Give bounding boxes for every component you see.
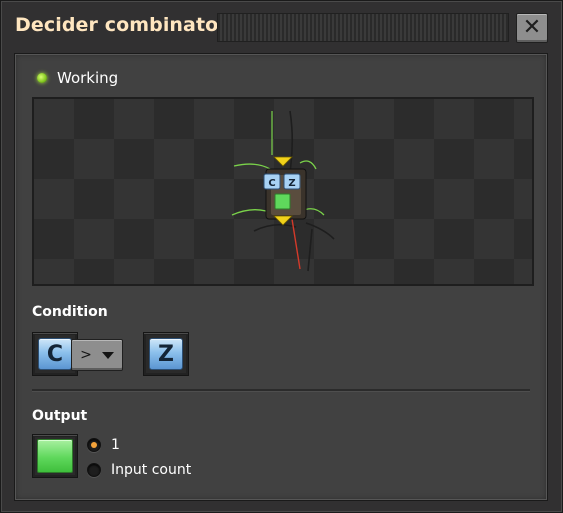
close-button[interactable]: ✕ [516,13,548,43]
radio-pip-icon [91,442,97,448]
section-divider [32,389,530,392]
condition-heading: Condition [32,304,108,320]
radio-button-selected[interactable] [87,438,101,452]
comparator-value: > [80,347,92,363]
signal-z-icon: Z [149,338,183,370]
copper-wire [253,223,297,232]
output-signal-slot[interactable] [32,434,78,478]
comparator-dropdown[interactable]: > [71,339,123,371]
close-icon: ✕ [522,15,542,40]
green-wire [233,163,271,170]
output-signal-icon [37,439,73,473]
output-heading: Output [32,408,88,424]
output-option-input-count[interactable]: Input count [87,462,191,478]
copper-wire [307,228,313,272]
green-wire [299,160,317,170]
signal-arrow-in-icon [273,156,293,167]
status-indicator: Working [37,69,118,87]
title-bar[interactable]: Decider combinator ✕ [1,1,562,51]
drag-handle[interactable] [217,13,509,42]
green-wire [231,209,267,216]
output-option-one[interactable]: 1 [87,437,120,453]
badge-c-label: C [268,178,275,189]
dropdown-arrow-icon [101,351,114,359]
signal-c-icon: C [38,338,72,370]
copper-wire [305,222,335,240]
entity-preview[interactable]: C Z [32,97,534,286]
second-signal-slot[interactable]: Z [143,332,189,376]
entity-preview-graphic: C Z [231,110,335,272]
status-text: Working [57,69,119,87]
radio-button[interactable] [87,463,101,477]
signal-arrow-out-icon [273,215,293,226]
badge-z-label: Z [288,178,295,189]
content-panel: Working C Z Condition C > Z Output 1 Inp… [14,53,548,501]
output-option-input-count-label: Input count [111,462,192,478]
window-title: Decider combinator [15,14,228,36]
output-option-one-label: 1 [111,437,120,453]
output-signal-icon [274,193,291,210]
status-dot-icon [37,73,47,83]
decider-combinator-window: Decider combinator ✕ Working C Z Conditi… [0,0,563,513]
